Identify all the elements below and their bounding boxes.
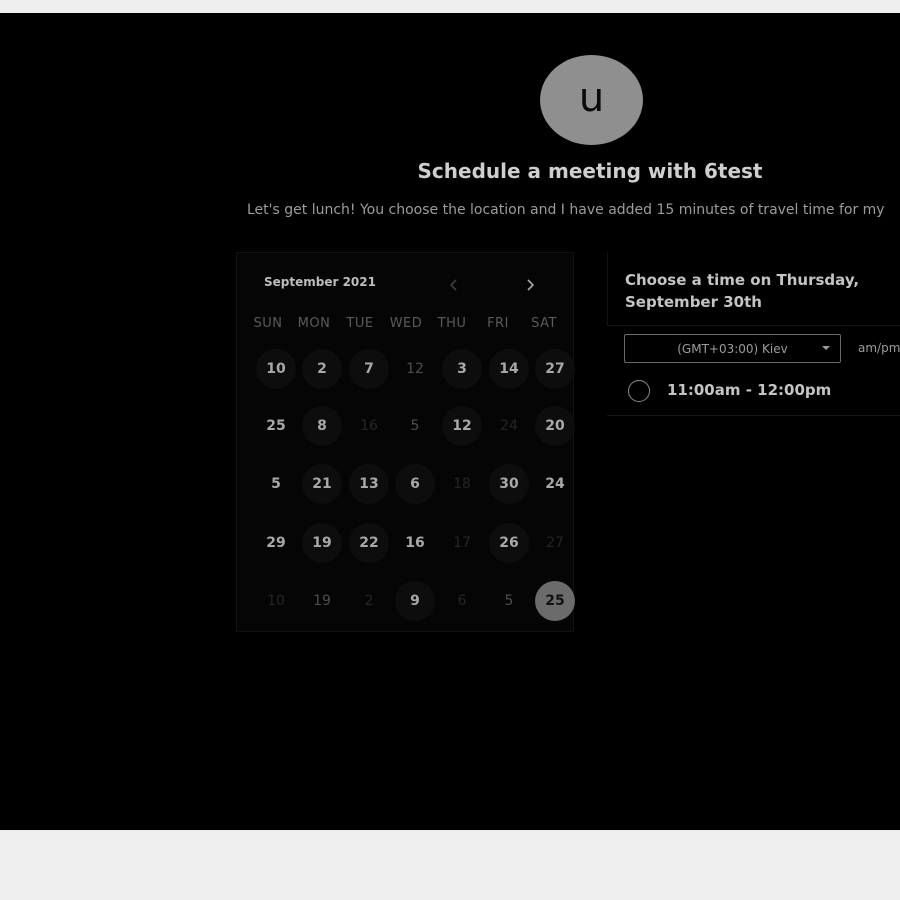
calendar-day: 5	[271, 476, 281, 492]
calendar-day[interactable]: 22	[349, 523, 389, 563]
calendar-day[interactable]: 12	[442, 406, 482, 446]
timezone-value: (GMT+03:00) Kiev	[677, 341, 788, 356]
chevron-right-icon	[527, 279, 535, 291]
calendar-day[interactable]: 27	[535, 349, 575, 389]
calendar-day: 24	[500, 418, 518, 434]
radio-button[interactable]	[628, 380, 650, 402]
calendar-day[interactable]: 3	[442, 349, 482, 389]
calendar-day: 29	[266, 535, 286, 551]
next-month-button[interactable]	[519, 274, 541, 296]
calendar-day[interactable]: 7	[349, 349, 389, 389]
calendar-day: 5	[504, 593, 514, 609]
weekday-mon: MON	[297, 316, 331, 331]
calendar-day: 16	[405, 535, 425, 551]
calendar-day[interactable]: 13	[349, 464, 389, 504]
scheduling-page: u Schedule a meeting with 6test Let's ge…	[0, 13, 900, 830]
time-slot[interactable]: 11:00am - 12:00pm	[607, 374, 900, 416]
calendar-day: 18	[453, 476, 471, 492]
calendar-day[interactable]: 19	[302, 523, 342, 563]
page-title: Schedule a meeting with 6test	[417, 159, 763, 183]
prev-month-button[interactable]	[443, 274, 465, 296]
caret-down-icon	[822, 346, 830, 350]
timezone-select[interactable]: (GMT+03:00) Kiev	[624, 334, 841, 363]
calendar-day[interactable]: 6	[395, 464, 435, 504]
calendar-day: 5	[410, 418, 420, 434]
calendar-day[interactable]: 21	[302, 464, 342, 504]
time-panel-header: Choose a time on Thursday, September 30t…	[607, 252, 900, 326]
calendar-day[interactable]: 9	[395, 581, 435, 621]
time-panel: Choose a time on Thursday, September 30t…	[607, 252, 900, 416]
weekday-thu: THU	[437, 316, 467, 331]
calendar-day[interactable]: 26	[489, 523, 529, 563]
calendar-day[interactable]: 20	[535, 406, 575, 446]
calendar-day: 24	[545, 476, 565, 492]
month-label: September 2021	[264, 275, 376, 289]
time-slot-label: 11:00am - 12:00pm	[667, 381, 832, 399]
top-strip	[0, 0, 900, 13]
selected-date-heading: Choose a time on Thursday, September 30t…	[625, 271, 860, 311]
bottom-strip	[0, 830, 900, 900]
calendar-day: 10	[267, 593, 285, 609]
calendar-day: 25	[266, 418, 286, 434]
calendar-day[interactable]: 2	[302, 349, 342, 389]
calendar-day: 27	[546, 535, 564, 551]
chevron-left-icon	[449, 279, 457, 291]
calendar-day: 6	[457, 593, 467, 609]
calendar-day: 19	[313, 593, 331, 609]
weekday-fri: FRI	[487, 316, 509, 331]
date-picker: September 2021 SUN MON TUE WED THU FRI S…	[236, 252, 575, 632]
calendar-day: 17	[453, 535, 471, 551]
meeting-description: Let's get lunch! You choose the location…	[247, 202, 885, 218]
calendar-day[interactable]: 14	[489, 349, 529, 389]
weekday-sun: SUN	[253, 316, 283, 331]
calendar-day: 2	[364, 593, 374, 609]
calendar-day: 16	[360, 418, 378, 434]
avatar-initial: u	[578, 75, 605, 121]
weekday-sat: SAT	[531, 316, 557, 331]
time-format-toggle[interactable]: am/pm	[858, 341, 900, 355]
weekday-tue: TUE	[346, 316, 374, 331]
calendar-day[interactable]: 10	[256, 349, 296, 389]
weekday-header: SUN MON TUE WED THU FRI SAT	[245, 316, 575, 332]
weekday-wed: WED	[389, 316, 423, 331]
avatar: u	[540, 55, 643, 145]
selected-day[interactable]: 25	[535, 581, 575, 621]
calendar-day: 12	[406, 361, 424, 377]
calendar-day[interactable]: 8	[302, 406, 342, 446]
calendar-day[interactable]: 30	[489, 464, 529, 504]
